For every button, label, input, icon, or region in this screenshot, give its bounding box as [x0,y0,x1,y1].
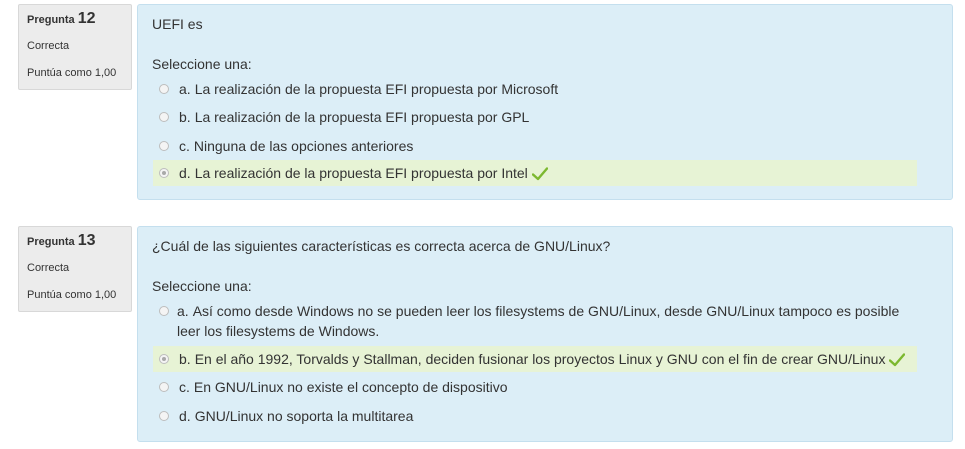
option-text: La realización de la propuesta EFI propu… [194,165,528,181]
option-letter: c. [179,138,190,154]
option-text: En el año 1992, Torvalds y Stallman, dec… [194,351,886,367]
answer-option-b[interactable]: b. La realización de la propuesta EFI pro… [153,107,917,127]
radio-icon[interactable] [159,84,169,94]
radio-icon[interactable] [159,411,169,421]
answer-option-b[interactable]: b. En el año 1992, Torvalds y Stallman, d… [153,346,917,372]
option-text: Así como desde Windows no se pueden leer… [177,303,900,339]
option-letter: a. [179,81,191,97]
question-number-value: 12 [77,10,96,27]
answer-option-c[interactable]: c. En GNU/Linux no existe el concepto de … [153,377,917,397]
question-info: Pregunta 13 Correcta Puntúa como 1,00 [18,226,132,312]
question-label: Pregunta [27,236,75,248]
option-letter: a. [177,303,189,319]
option-text: Ninguna de las opciones anteriores [193,138,414,154]
question-number: Pregunta 13 [27,232,95,250]
question-number-value: 13 [77,232,96,249]
radio-icon[interactable] [159,168,169,178]
option-text: En GNU/Linux no existe el concepto de di… [193,379,508,395]
radio-icon[interactable] [159,354,169,364]
question-grade: Puntúa como 1,00 [27,289,117,301]
check-icon [889,353,906,367]
question-info: Pregunta 12 Correcta Puntúa como 1,00 [18,4,132,90]
option-letter: b. [179,351,191,367]
answer-option-a[interactable]: a. Así como desde Windows no se pueden le… [153,301,917,341]
option-letter: d. [179,165,191,181]
answer-option-d[interactable]: d. GNU/Linux no soporta la multitarea [153,406,917,426]
option-letter: d. [179,408,191,424]
question-state: Correcta [27,40,70,52]
radio-icon[interactable] [159,382,169,392]
answer-option-c[interactable]: c. Ninguna de las opciones anteriores [153,136,917,156]
question-content: UEFI es Seleccione una: a. La realización… [137,4,953,200]
answer-prompt: Seleccione una: [152,56,252,72]
question-number: Pregunta 12 [27,10,95,28]
option-text: La realización de la propuesta EFI propu… [194,81,559,97]
option-letter: b. [179,109,191,125]
question-state: Correcta [27,262,70,274]
check-icon [531,167,548,181]
question-grade: Puntúa como 1,00 [27,67,117,79]
radio-icon[interactable] [159,112,169,122]
option-text: GNU/Linux no soporta la multitarea [194,408,414,424]
question-text: UEFI es [152,16,203,32]
question-text: ¿Cuál de las siguientes características … [152,238,611,254]
question-content: ¿Cuál de las siguientes características … [137,226,953,442]
answer-option-d[interactable]: d. La realización de la propuesta EFI pro… [153,160,917,186]
question-label: Pregunta [27,14,75,26]
answer-prompt: Seleccione una: [152,278,252,294]
option-letter: c. [179,379,190,395]
radio-icon[interactable] [159,306,169,316]
answer-option-a[interactable]: a. La realización de la propuesta EFI pro… [153,79,917,99]
radio-icon[interactable] [159,141,169,151]
option-text: La realización de la propuesta EFI propu… [194,109,530,125]
